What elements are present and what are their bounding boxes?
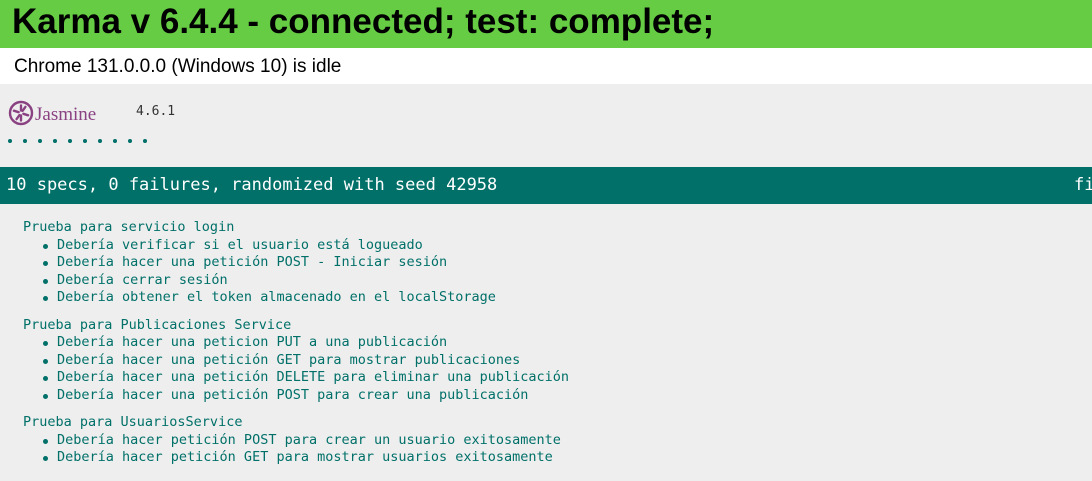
passed-spec-symbol[interactable] (98, 133, 113, 147)
passed-spec-symbol[interactable] (68, 133, 83, 147)
spec-link[interactable]: Debería hacer petición GET para mostrar … (41, 449, 1083, 467)
jasmine-logo-text: Jasmine (35, 104, 96, 125)
spec-link[interactable]: Debería hacer una petición GET para most… (41, 352, 1083, 370)
options-link[interactable]: fi (1074, 175, 1092, 195)
jasmine-logo: Jasmine (8, 100, 96, 126)
results-summary: 10 specs, 0 failures, randomized with se… (6, 175, 498, 195)
spec-link[interactable]: Debería hacer una petición DELETE para e… (41, 369, 1083, 387)
results-summary-bar: 10 specs, 0 failures, randomized with se… (0, 167, 1092, 204)
jasmine-header: Jasmine 4.6.1 (8, 100, 308, 126)
passed-spec-symbol[interactable] (143, 133, 158, 147)
spec-link[interactable]: Debería cerrar sesión (41, 272, 1083, 290)
spec-link[interactable]: Debería obtener el token almacenado en e… (41, 289, 1083, 307)
suite: Prueba para UsuariosService Debería hacer… (23, 414, 1083, 467)
suite-title-link[interactable]: Prueba para servicio login (23, 219, 1083, 237)
spec-list: Debería hacer petición POST para crear u… (23, 432, 1083, 467)
spec-link[interactable]: Debería hacer una petición POST para cre… (41, 387, 1083, 405)
browser-list: Chrome 131.0.0.0 (Windows 10) is idle (0, 48, 1092, 84)
suite-title-link[interactable]: Prueba para Publicaciones Service (23, 317, 1083, 335)
suite-title-link[interactable]: Prueba para UsuariosService (23, 414, 1083, 432)
browser-status: Chrome 131.0.0.0 (Windows 10) is idle (14, 56, 342, 77)
spec-list: Debería hacer una peticion PUT a una pub… (23, 334, 1083, 404)
passed-spec-symbol[interactable] (38, 133, 53, 147)
spec-result-symbols (8, 133, 158, 147)
passed-spec-symbol[interactable] (128, 133, 143, 147)
passed-spec-symbol[interactable] (8, 133, 23, 147)
jasmine-version: 4.6.1 (136, 104, 176, 119)
karma-banner: Karma v 6.4.4 - connected; test: complet… (0, 0, 1092, 48)
spec-link[interactable]: Debería hacer una peticion PUT a una pub… (41, 334, 1083, 352)
spec-link[interactable]: Debería verificar si el usuario está log… (41, 237, 1083, 255)
suite: Prueba para Publicaciones Service Debería… (23, 317, 1083, 405)
passed-spec-symbol[interactable] (23, 133, 38, 147)
suite: Prueba para servicio login Debería verifi… (23, 219, 1083, 307)
passed-spec-symbol[interactable] (113, 133, 128, 147)
spec-link[interactable]: Debería hacer una petición POST - Inicia… (41, 254, 1083, 272)
spec-list: Debería verificar si el usuario está log… (23, 237, 1083, 307)
results-list: Prueba para servicio login Debería verifi… (23, 219, 1083, 477)
passed-spec-symbol[interactable] (53, 133, 68, 147)
spec-link[interactable]: Debería hacer petición POST para crear u… (41, 432, 1083, 450)
passed-spec-symbol[interactable] (83, 133, 98, 147)
karma-title: Karma v 6.4.4 - connected; test: complet… (12, 2, 715, 41)
